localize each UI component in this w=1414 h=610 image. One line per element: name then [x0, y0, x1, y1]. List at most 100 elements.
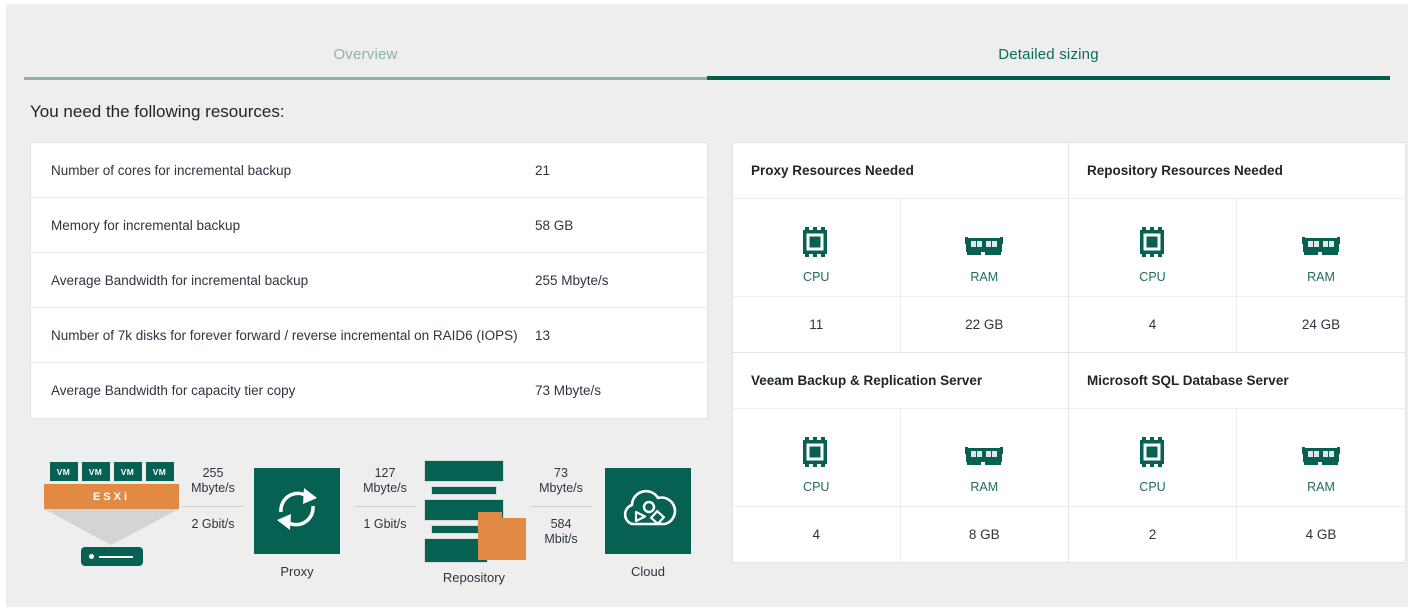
resource-cpu-value: 4 [812, 527, 820, 542]
cpu-icon [799, 225, 833, 264]
esxi-host-node: VM VM VM VM ESXi [44, 462, 179, 566]
summary-value: 58 GB [535, 217, 574, 233]
vm-icon: VM [145, 462, 174, 481]
funnel-shape [44, 509, 179, 545]
resource-cpu-value: 11 [809, 317, 824, 332]
table-row: Memory for incremental backup 58 GB [31, 198, 707, 253]
summary-label: Number of cores for incremental backup [51, 162, 292, 178]
tab-overview-label: Overview [333, 46, 398, 63]
summary-label: Number of 7k disks for forever forward /… [51, 327, 518, 343]
vm-icon: VM [81, 462, 110, 481]
disk-shelf [424, 460, 504, 482]
resource-icon-label: RAM [1307, 270, 1335, 284]
ram-icon [964, 235, 1004, 264]
physical-host-icon [80, 547, 143, 566]
resource-cell-ram: RAM 22 GB [900, 199, 1068, 352]
cloud-node: Cloud [605, 468, 691, 579]
summary-label: Memory for incremental backup [51, 217, 241, 233]
resource-cell-cpu: CPU 11 [733, 199, 901, 352]
cpu-icon [1136, 225, 1170, 264]
resource-cell-ram: RAM 4 GB [1237, 409, 1405, 562]
table-row: Average Bandwidth for capacity tier copy… [31, 363, 707, 418]
resource-ram-value: 4 GB [1305, 527, 1337, 542]
tab-detailed-sizing[interactable]: Detailed sizing [707, 28, 1390, 80]
esxi-hypervisor-bar: ESXi [44, 484, 179, 509]
resource-cell-cpu: CPU 4 [733, 409, 901, 562]
resource-ram-value: 24 GB [1301, 317, 1341, 332]
cloud-tile [605, 468, 691, 554]
page-title: You need the following resources: [30, 102, 285, 121]
throughput-unit: Mbyte/s [539, 481, 583, 495]
tab-overview[interactable]: Overview [24, 28, 707, 80]
repository-caption: Repository [442, 570, 506, 585]
table-row: Average Bandwidth for incremental backup… [31, 253, 707, 308]
detailed-sizing-page: Overview Detailed sizing You need the fo… [6, 4, 1408, 607]
resource-card-title: Proxy Resources Needed [733, 143, 1068, 199]
proxy-tile [254, 468, 340, 554]
proxy-caption: Proxy [280, 564, 314, 579]
resource-card-proxy: Proxy Resources Needed CPU 11 RAM 22 GB [733, 143, 1069, 352]
resource-cell-cpu: CPU 2 [1069, 409, 1237, 562]
summary-label: Average Bandwidth for incremental backup [51, 272, 309, 288]
link-speed: 1 Gbit/s [363, 517, 407, 531]
throughput-value: 73 [554, 466, 568, 480]
divider [182, 506, 244, 507]
resource-card-title: Veeam Backup & Replication Server [733, 353, 1068, 409]
ram-icon [1301, 235, 1341, 264]
resource-ram-value: 8 GB [968, 527, 1000, 542]
resource-cards: Proxy Resources Needed CPU 11 RAM 22 GB … [732, 142, 1406, 563]
summary-value: 73 Mbyte/s [535, 383, 602, 398]
summary-value: 21 [535, 162, 551, 178]
divider [530, 506, 592, 507]
resource-cell-cpu: CPU 4 [1069, 199, 1237, 352]
resource-card-title: Microsoft SQL Database Server [1069, 353, 1405, 409]
throughput-value: 255 [202, 466, 224, 480]
ram-icon [964, 445, 1004, 474]
link-throughput-proxy-to-repository: 127 Mbyte/s 1 Gbit/s [354, 466, 416, 532]
proxy-node: Proxy [254, 468, 340, 579]
resource-icon-label: RAM [1307, 480, 1335, 494]
resource-cpu-value: 4 [1148, 317, 1157, 332]
throughput-value: 127 [374, 466, 396, 480]
resource-card-sql-server: Microsoft SQL Database Server CPU 2 RAM … [1069, 353, 1405, 562]
repository-node: Repository [424, 460, 526, 585]
sync-arrows-icon [269, 481, 325, 542]
resource-cell-ram: RAM 8 GB [900, 409, 1068, 562]
throughput-unit: Mbyte/s [363, 481, 407, 495]
resource-cpu-value: 2 [1148, 527, 1157, 542]
summary-value: 13 [535, 327, 551, 343]
table-row: Number of 7k disks for forever forward /… [31, 308, 707, 363]
resource-icon-label: CPU [803, 480, 830, 494]
resource-icon-label: RAM [970, 270, 999, 284]
vm-row: VM VM VM VM [44, 462, 179, 481]
folder-icon [478, 512, 526, 560]
vm-icon: VM [113, 462, 142, 481]
resource-icon-label: RAM [970, 480, 999, 494]
link-speed: 584 [550, 517, 572, 531]
cpu-icon [1136, 435, 1170, 474]
link-speed-unit: Mbit/s [544, 532, 578, 546]
resource-card-title: Repository Resources Needed [1069, 143, 1405, 199]
summary-label: Average Bandwidth for capacity tier copy [51, 383, 296, 398]
ram-icon [1301, 445, 1341, 474]
link-throughput-repository-to-cloud: 73 Mbyte/s 584 Mbit/s [530, 466, 592, 547]
resource-ram-value: 22 GB [965, 317, 1004, 332]
backup-flow-diagram: VM VM VM VM ESXi 255 Mbyte/s 2 Gbit/s Pr… [30, 444, 710, 594]
throughput-unit: Mbyte/s [191, 481, 235, 495]
divider [354, 506, 416, 507]
tab-detailed-sizing-label: Detailed sizing [998, 46, 1099, 63]
table-row: Number of cores for incremental backup 2… [31, 143, 707, 198]
resource-icon-label: CPU [1139, 270, 1166, 284]
disk-shelf [431, 486, 497, 495]
resource-card-repository: Repository Resources Needed CPU 4 RAM 24… [1069, 143, 1405, 352]
resource-card-vbr-server: Veeam Backup & Replication Server CPU 4 … [733, 353, 1069, 562]
resource-cell-ram: RAM 24 GB [1237, 199, 1405, 352]
link-speed: 2 Gbit/s [191, 517, 235, 531]
cloud-caption: Cloud [631, 564, 665, 579]
summary-table: Number of cores for incremental backup 2… [30, 142, 708, 419]
cloud-icon [618, 484, 678, 539]
cpu-icon [799, 435, 833, 474]
resource-icon-label: CPU [1139, 480, 1166, 494]
repository-icon [424, 460, 526, 563]
tab-bar: Overview Detailed sizing [24, 28, 1390, 80]
